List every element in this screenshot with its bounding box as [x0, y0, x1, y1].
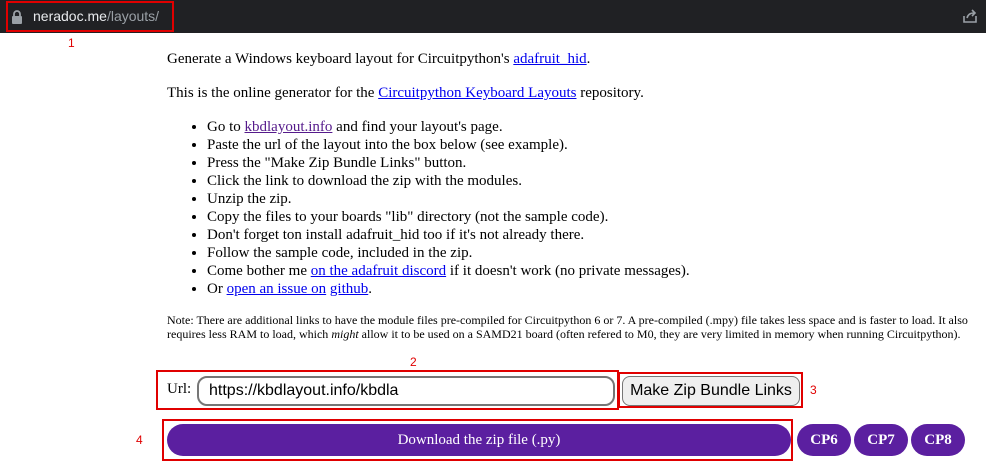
step-text: Or: [207, 281, 227, 297]
steps-list: Go to kbdlayout.info and find your layou…: [167, 118, 967, 298]
cp8-download-button[interactable]: CP8: [911, 424, 965, 456]
list-item: Paste the url of the layout into the box…: [207, 136, 967, 154]
cp7-download-button[interactable]: CP7: [854, 424, 908, 456]
intro-text-1: Generate a Windows keyboard layout for C…: [167, 51, 514, 67]
list-item: Click the link to download the zip with …: [207, 172, 967, 190]
adafruit-discord-link[interactable]: on the adafruit discord: [311, 263, 446, 279]
step-text: Go to: [207, 119, 245, 135]
intro-text-2: This is the online generator for the: [167, 85, 379, 101]
github-link[interactable]: github: [330, 281, 368, 297]
annotation-label-3: 3: [810, 383, 817, 397]
list-item: Go to kbdlayout.info and find your layou…: [207, 118, 967, 136]
annotation-label-1: 1: [68, 36, 75, 50]
cp6-download-button[interactable]: CP6: [797, 424, 851, 456]
open-issue-link[interactable]: open an issue on: [227, 281, 327, 297]
intro-line-2: This is the online generator for the Cir…: [167, 84, 644, 102]
step-text: Come bother me: [207, 263, 311, 279]
url-label: Url:: [167, 381, 192, 397]
share-icon[interactable]: [962, 8, 978, 24]
annotation-box-1: [6, 1, 174, 32]
kbdlayout-link[interactable]: kbdlayout.info: [245, 119, 333, 135]
keyboard-layouts-repo-link[interactable]: Circuitpython Keyboard Layouts: [378, 85, 576, 101]
annotation-label-4: 4: [136, 433, 143, 447]
step-text: if it doesn't work (no private messages)…: [446, 263, 690, 279]
annotation-label-2: 2: [410, 355, 417, 369]
list-item: Don't forget ton install adafruit_hid to…: [207, 226, 967, 244]
list-item: Press the "Make Zip Bundle Links" button…: [207, 154, 967, 172]
url-input[interactable]: https://kbdlayout.info/kbdla: [197, 376, 615, 406]
step-text: and find your layout's page.: [332, 119, 503, 135]
list-item: Follow the sample code, included in the …: [207, 244, 967, 262]
note-emphasis: might: [331, 327, 359, 341]
step-text: .: [368, 281, 372, 297]
make-zip-bundle-links-button[interactable]: Make Zip Bundle Links: [622, 376, 800, 406]
intro-line-1: Generate a Windows keyboard layout for C…: [167, 50, 590, 68]
list-item: Copy the files to your boards "lib" dire…: [207, 208, 967, 226]
intro-text-2-suffix: repository.: [576, 85, 644, 101]
download-zip-py-button[interactable]: Download the zip file (.py): [167, 424, 791, 456]
list-item: Unzip the zip.: [207, 190, 967, 208]
note-text: allow it to be used on a SAMD21 board (o…: [358, 327, 961, 341]
list-item: Come bother me on the adafruit discord i…: [207, 262, 967, 280]
list-item: Or open an issue on github.: [207, 280, 967, 298]
intro-text-1-suffix: .: [586, 51, 591, 67]
adafruit-hid-link[interactable]: adafruit_hid: [513, 51, 586, 67]
precompiled-note: Note: There are additional links to have…: [167, 313, 972, 341]
